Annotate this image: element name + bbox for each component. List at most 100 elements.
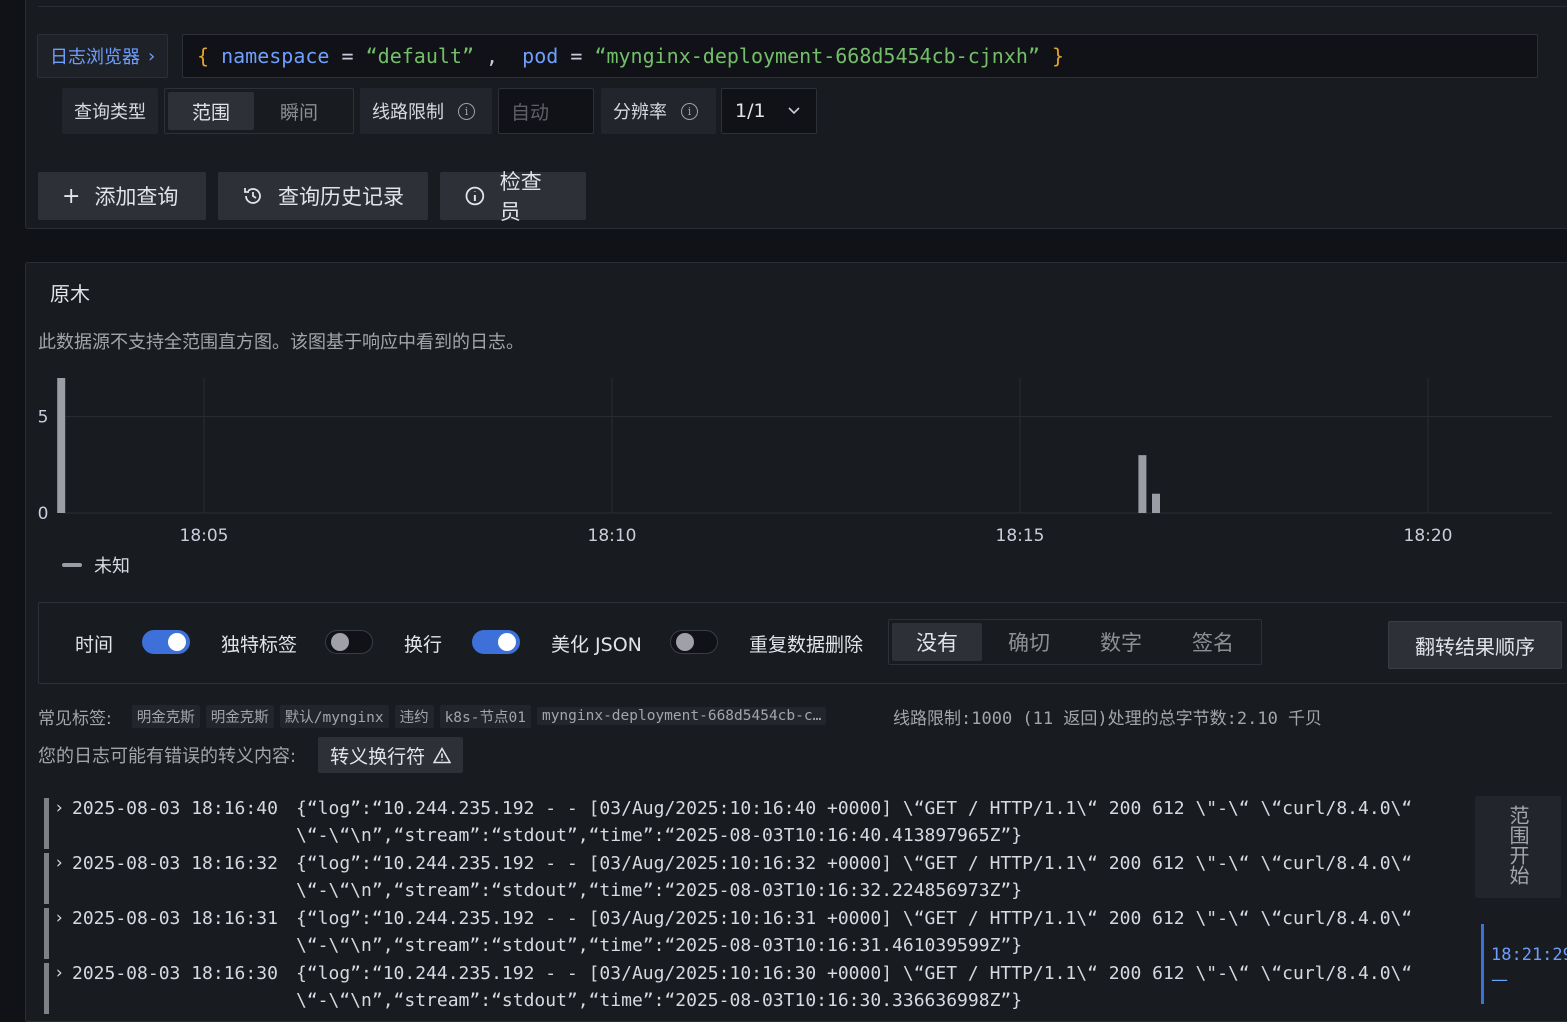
time-toggle[interactable] <box>142 630 190 654</box>
log-timestamp: 2025-08-03 18:16:40 <box>72 798 278 819</box>
wrap-lines-toggle[interactable] <box>472 630 520 654</box>
query-input[interactable]: { namespace = “default” , pod = “mynginx… <box>182 34 1538 78</box>
log-browser-button[interactable]: 日志浏览器 › <box>37 34 169 78</box>
chevron-down-icon <box>788 107 800 115</box>
query-token-close: } <box>1052 44 1065 68</box>
unique-labels-label: 独特标签 <box>221 634 298 656</box>
toggle-knob <box>168 633 186 651</box>
resolution-label: 分辨率 i <box>601 88 716 134</box>
query-token-val2: “mynginx-deployment-668d5454cb-cjnxh” <box>594 44 1040 68</box>
query-history-label: 查询历史记录 <box>278 185 404 209</box>
add-query-label: 添加查询 <box>94 185 179 209</box>
label-chip: k8s-节点01 <box>439 704 531 728</box>
logs-volume-chart: 0 5 18:05 18:10 18:15 18:20 <box>38 378 1552 546</box>
info-icon[interactable]: i <box>458 102 475 120</box>
query-token-open: { <box>197 44 210 68</box>
log-line-continuation: \“-\“\n”,“stream”:“stdout”,“time”:“2025-… <box>296 825 1023 846</box>
chevron-right-icon[interactable]: › <box>54 908 64 928</box>
label-chip: mynginx-deployment-668d5454cb-c… <box>536 707 827 725</box>
legend-label[interactable]: 未知 <box>94 552 130 578</box>
info-circle-icon <box>465 186 485 206</box>
log-level-bar <box>44 853 49 904</box>
label-chip: 默认/mynginx <box>279 704 389 728</box>
log-stats: 线路限制: 1000 (11 返回) 处理的总字节数: 2.10 千贝 <box>893 704 1323 729</box>
panel-title: 原木 <box>50 282 90 306</box>
x-tick-label: 18:10 <box>588 526 637 546</box>
chart-bar <box>1138 455 1147 513</box>
plus-icon: + <box>62 183 81 209</box>
query-type-text: 查询类型 <box>74 102 146 123</box>
warning-icon <box>433 746 452 763</box>
dedup-exact[interactable]: 确切 <box>984 623 1074 661</box>
line-limit-label: 线路限制 i <box>360 88 492 134</box>
chevron-right-icon[interactable]: › <box>54 963 64 983</box>
resolution-text: 分辨率 <box>613 102 667 123</box>
log-line-continuation: \“-\“\n”,“stream”:“stdout”,“time”:“2025-… <box>296 935 1023 956</box>
dedup-numbers[interactable]: 数字 <box>1076 623 1166 661</box>
time-label: 时间 <box>75 634 114 656</box>
log-row[interactable]: › 2025-08-03 18:16:32 {“log”:“10.244.235… <box>44 853 1464 906</box>
x-tick-label: 18:20 <box>1404 526 1453 546</box>
query-type-instant[interactable]: 瞬间 <box>256 92 342 130</box>
query-token-comma: , <box>486 44 499 68</box>
line-limit-stat-value: 1000 (11 返回) <box>971 708 1108 729</box>
add-query-button[interactable]: + 添加查询 <box>38 172 206 220</box>
log-level-bar <box>44 798 49 849</box>
log-line: {“log”:“10.244.235.192 - - [03/Aug/2025:… <box>296 908 1413 929</box>
log-timestamp: 2025-08-03 18:16:31 <box>72 908 278 929</box>
chevron-right-icon[interactable]: › <box>54 798 64 818</box>
query-token-eq2: = <box>570 44 583 68</box>
escape-newlines-label: 转义换行符 <box>330 745 426 768</box>
line-limit-text: 线路限制 <box>372 102 444 123</box>
escape-note: 您的日志可能有错误的转义内容: <box>38 746 297 767</box>
unique-labels-toggle[interactable] <box>325 630 373 654</box>
query-token-eq1: = <box>341 44 354 68</box>
bytes-stat-label: 处理的总字节数: <box>1107 708 1237 729</box>
scroll-time-label: 18:21:29 <box>1491 945 1567 965</box>
prettify-json-toggle[interactable] <box>670 630 718 654</box>
log-level-bar <box>44 963 49 1014</box>
log-row[interactable]: › 2025-08-03 18:16:31 {“log”:“10.244.235… <box>44 908 1464 961</box>
legend-swatch <box>62 563 82 567</box>
query-token-key2: pod <box>522 44 559 68</box>
query-token-key1: namespace <box>221 44 330 68</box>
inspector-button[interactable]: 检查员 <box>440 170 586 224</box>
range-start-label: 范围开始 <box>1506 805 1530 885</box>
log-level-bar <box>44 908 49 959</box>
inspector-label: 检查员 <box>499 170 542 224</box>
query-type-switch: 范围 瞬间 <box>164 88 354 134</box>
bytes-stat-value: 2.10 千贝 <box>1236 708 1323 729</box>
toggle-knob <box>331 633 349 651</box>
reverse-order-button[interactable]: 翻转结果顺序 <box>1388 621 1562 669</box>
scroll-time-dash: — <box>1491 970 1508 990</box>
query-type-label: 查询类型 <box>62 88 158 134</box>
common-labels-row: 常见标签: 明金克斯 明金克斯 默认/mynginx 违约 k8s-节点01 m… <box>38 704 827 729</box>
common-labels-label: 常见标签: <box>38 708 112 729</box>
chart-bar <box>1152 493 1160 513</box>
dedup-signature[interactable]: 签名 <box>1168 623 1258 661</box>
log-row[interactable]: › 2025-08-03 18:16:30 {“log”:“10.244.235… <box>44 963 1464 1016</box>
label-chip: 明金克斯 <box>205 704 274 728</box>
scroll-position-indicator <box>1481 924 1484 1004</box>
log-row[interactable]: › 2025-08-03 18:16:40 {“log”:“10.244.235… <box>44 798 1464 851</box>
label-chip: 违约 <box>394 704 434 728</box>
chart-legend: 未知 <box>62 552 130 578</box>
resolution-select[interactable]: 1/1 <box>721 88 817 134</box>
y-tick-label: 5 <box>38 408 49 428</box>
line-limit-stat-label: 线路限制: <box>893 708 972 729</box>
toggle-knob <box>498 633 516 651</box>
query-type-range[interactable]: 范围 <box>168 92 255 130</box>
line-limit-input[interactable]: 自动 <box>498 88 594 134</box>
chevron-right-icon[interactable]: › <box>54 853 64 873</box>
dedup-none[interactable]: 没有 <box>892 623 982 661</box>
query-token-val1: “default” <box>365 44 474 68</box>
escape-newlines-button[interactable]: 转义换行符 <box>318 737 464 773</box>
x-tick-label: 18:05 <box>180 526 229 546</box>
log-timestamp: 2025-08-03 18:16:32 <box>72 853 278 874</box>
log-browser-label: 日志浏览器 <box>50 47 140 68</box>
toggle-knob <box>676 633 694 651</box>
dedup-switch: 没有 确切 数字 签名 <box>888 619 1262 665</box>
escape-warning-row: 您的日志可能有错误的转义内容: 转义换行符 <box>38 737 464 773</box>
query-history-button[interactable]: 查询历史记录 <box>218 172 428 220</box>
info-icon[interactable]: i <box>681 102 698 120</box>
